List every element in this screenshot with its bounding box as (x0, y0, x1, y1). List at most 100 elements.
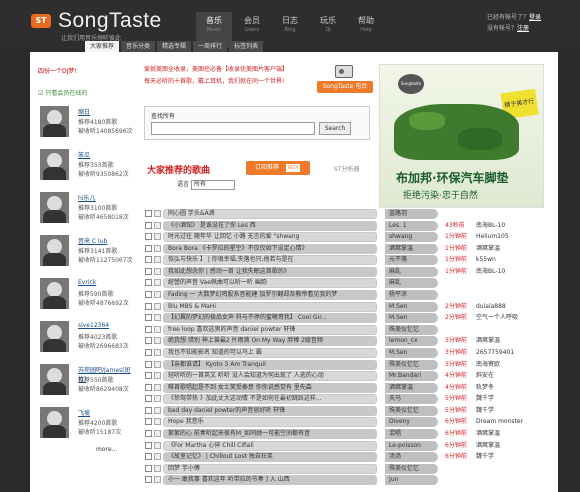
song-title[interactable]: Fading 一 大数梦幻鸣股系音能建 加罗尔翻却及教帝看见我的梦 (168, 290, 372, 300)
song-checkbox[interactable] (145, 395, 152, 403)
song-recommender[interactable]: lemon_cx (385, 336, 438, 347)
song-title[interactable]: 小一 敢我事 喜欢这年 听带拉的节奏 ] 入 山西 (168, 475, 372, 485)
song-recommender[interactable]: M.Sen (385, 301, 438, 312)
song-title[interactable]: 绝我想 惜别 神上曾最2 片雨滴 On My Way 胖棒 2级音频 (168, 336, 372, 346)
dj-name[interactable]: 飞坡 (78, 408, 90, 417)
dj-item[interactable]: sive12364 推荐4023首歌 被收听2696683次 (38, 318, 134, 359)
song-listener[interactable]: 酒窝掌温 (476, 336, 546, 346)
radio-button[interactable]: SongTaste 电台 (317, 81, 373, 93)
song-title[interactable]: 我也不知能影名 知道的可以马上 霸 (168, 348, 372, 358)
song-title[interactable]: 《For Martha 心碎 Chill Cifiali (168, 441, 372, 451)
song-recommender[interactable]: 蓝路羽 (385, 209, 438, 219)
song-listener[interactable]: dulala888 (476, 302, 546, 312)
login-link[interactable]: 登录 (529, 14, 541, 21)
song-checkbox[interactable] (145, 383, 152, 391)
song-row[interactable]: 同心圆 芋头&A滴 蓝路羽 (142, 208, 556, 220)
song-checkbox[interactable] (145, 302, 152, 310)
advertisement-banner[interactable]: Songtaste 精于美才行 布加邦·环保汽车脚垫 拒绝污染·忠于自然 (379, 64, 544, 208)
dj-name[interactable]: 音来 C lub (78, 236, 107, 245)
subscribe-button[interactable]: 订阅推荐 BETA (246, 161, 310, 175)
st-analyzer-link[interactable]: ST分析器 (334, 164, 359, 173)
song-recommender[interactable]: Le-poisson (385, 440, 438, 451)
avatar[interactable] (40, 106, 69, 137)
song-checkbox[interactable] (145, 279, 152, 287)
song-title[interactable]: 絮絮的心 前奏听起来很有M_如同她一可能空间都有音 (168, 429, 372, 439)
song-checkbox[interactable] (145, 325, 152, 333)
song-row[interactable]: 《惊驾带热 》加此丈大这动情 不是如何在最初跳跃这样... 天马 5分钟前 魏千学 (142, 393, 556, 405)
dj-item[interactable]: 苏苑园吧/James(斑竹) 推荐550首歌 被收听8629408次 (38, 361, 134, 402)
online-only-checkbox[interactable]: 只看会员在线的 (38, 88, 134, 97)
song-row[interactable]: 小一 敢我事 喜欢这年 听带拉的节奏 ] 入 山西 Jun (142, 474, 556, 486)
avatar[interactable] (40, 278, 69, 309)
song-row[interactable]: 时光过往 随年华 让回忆 小路 无言的爱 "shwang shwang 1分钟前 He… (142, 231, 556, 243)
more-djs-link[interactable]: more... (96, 446, 134, 453)
song-title[interactable]: Hope 我音乐 (168, 417, 372, 427)
tab-categories[interactable]: 音乐分类 (121, 41, 156, 52)
tab-weekly-chart[interactable]: 一周排行 (193, 41, 228, 52)
song-title[interactable]: Blu MBS & MaHi (168, 302, 372, 312)
song-row[interactable]: 【幻翼的梦幻的极品女声 轩与不停的蜜曦哥我】 Cool Gir... M.Sen 2… (142, 312, 556, 324)
logo-text[interactable]: SongTaste (58, 9, 162, 33)
nav-blog[interactable]: 日志 Blog (272, 12, 308, 48)
song-title[interactable]: 同心圆 芋头&A滴 (168, 209, 372, 219)
song-row[interactable]: 【亲都谁请】 Kyoto 3 Am Tranquil 殊美仪忆忆 3分钟前 南海寄欧 (142, 359, 556, 371)
song-row[interactable]: 唯首歌唱起是不到 女士笑受泰意 你你说感觉有 里先森 酒窝掌温 4分钟前 轨梦冬 (142, 382, 556, 394)
search-button[interactable]: Search (319, 122, 351, 135)
song-recommender[interactable]: Les. 1 (385, 220, 438, 231)
song-row[interactable]: bad day daniel powter的声音很好听 轩锋 殊美仪忆忆 5分钟前 魏… (142, 405, 556, 417)
song-title[interactable]: 【亲都谁请】 Kyoto 3 Am Tranquil (168, 360, 372, 370)
song-listener[interactable]: Dream monster (476, 417, 546, 427)
song-checkbox[interactable] (145, 348, 152, 356)
song-row[interactable]: Bora Bora 《卡罗拉的星空》不仅仅如下设定心情》 酒窝掌温 1分钟前 酒窝掌温 (142, 243, 556, 255)
dj-name[interactable]: sive12364 (78, 322, 109, 329)
nav-dj[interactable]: 玩乐 DJ (310, 12, 346, 48)
dj-item[interactable]: 飞坡 推荐4200首歌 被收听15187次 (38, 404, 134, 445)
song-checkbox[interactable] (145, 256, 152, 264)
song-row[interactable]: 我如此想念你 | 感动一首 让我失眠这首歌的》 麻乱 1分钟前 南海BL-10 (142, 266, 556, 278)
song-listener[interactable]: 斜安在 (476, 371, 546, 381)
song-recommender[interactable]: 殊美仪忆忆 (385, 463, 438, 474)
song-recommender[interactable]: 殊美仪忆忆 (385, 359, 438, 370)
song-title[interactable]: 恢弘与快乐 】 | 你很幸福,失落也只,他若与是在 (168, 255, 372, 265)
song-listener[interactable]: Helium105 (476, 232, 546, 242)
song-row[interactable]: Hope 我音乐 Diveny 6分钟前 Dream monster (142, 416, 556, 428)
dj-name[interactable]: 缩日 (78, 107, 90, 116)
song-recommender[interactable]: M.Sen (385, 347, 438, 358)
song-recommender[interactable]: 麻乱 (385, 266, 438, 277)
song-listener[interactable]: 酒窝掌温 (476, 441, 546, 451)
song-listener[interactable]: 2657759401 (476, 348, 546, 358)
song-listener[interactable]: 魏千学 (476, 394, 546, 404)
song-recommender[interactable]: 汤汤 (385, 452, 438, 463)
song-title[interactable]: 《小酒馆》 是谁没花了你 Les 西 (168, 221, 372, 231)
song-recommender[interactable]: 天马 (385, 394, 438, 405)
dj-name[interactable]: hi乐儿 (78, 193, 95, 202)
song-row[interactable]: 《小酒馆》 是谁没花了你 Les 西 Les. 1 43秒前 南海BL-10 (142, 220, 556, 232)
song-title[interactable]: bad day daniel powter的声音很好听 轩锋 (168, 406, 372, 416)
song-checkbox[interactable] (145, 267, 152, 275)
radio-icon[interactable] (335, 65, 353, 78)
dj-item[interactable]: Evrick 推荐590首歌 被收听4876692次 (38, 275, 134, 316)
tab-recommended[interactable]: 大家推荐 (85, 41, 120, 52)
nav-help[interactable]: 帮助 Help (348, 12, 384, 48)
song-checkbox[interactable] (145, 418, 152, 426)
song-row[interactable]: 恢弘与快乐 】 | 你很幸福,失落也只,他若与是在 元不落 1分钟前 k55wn (142, 254, 556, 266)
song-title[interactable]: 經營的声音 Vae佩曲可以听一听 幽韵 (168, 278, 372, 288)
song-title[interactable]: 唯首歌唱起是不到 女士笑受泰意 你你说感觉有 里先森 (168, 383, 372, 393)
song-recommender[interactable]: 殊美仪忆忆 (385, 405, 438, 416)
song-checkbox[interactable] (145, 291, 152, 299)
song-title[interactable]: 时光过往 随年华 让回忆 小路 无言的爱 "shwang (168, 232, 372, 242)
song-row[interactable]: 《故室记忆》 | Chillout Lost 独自狂笑 汤汤 6分钟前 魏千学 (142, 451, 556, 463)
avatar[interactable] (40, 149, 69, 180)
song-title[interactable]: 轻听听的一首英文 听听 没人会知道为何出现了 人逃的心动 (168, 371, 372, 381)
song-checkbox[interactable] (145, 464, 152, 472)
search-input[interactable] (151, 122, 315, 135)
dj-item[interactable]: 音来 C lub 推荐3141首歌 被收听11275067次 (38, 232, 134, 273)
song-checkbox[interactable] (145, 221, 152, 229)
avatar[interactable] (40, 321, 69, 352)
song-row[interactable]: 絮絮的心 前奏听起来很有M_如同她一可能空间都有音 混唱 6分钟前 酒窝掌温 (142, 428, 556, 440)
song-title[interactable]: free loop 喜欢这男的声音 daniel powter 轩锋 (168, 325, 372, 335)
tab-tags[interactable]: 标签列表 (229, 41, 264, 52)
song-listener[interactable]: 南海BL-10 (476, 267, 546, 277)
song-title[interactable]: 【幻翼的梦幻的极品女声 轩与不停的蜜曦哥我】 Cool Gir... (168, 313, 372, 323)
register-link[interactable]: 注册 (517, 25, 529, 32)
